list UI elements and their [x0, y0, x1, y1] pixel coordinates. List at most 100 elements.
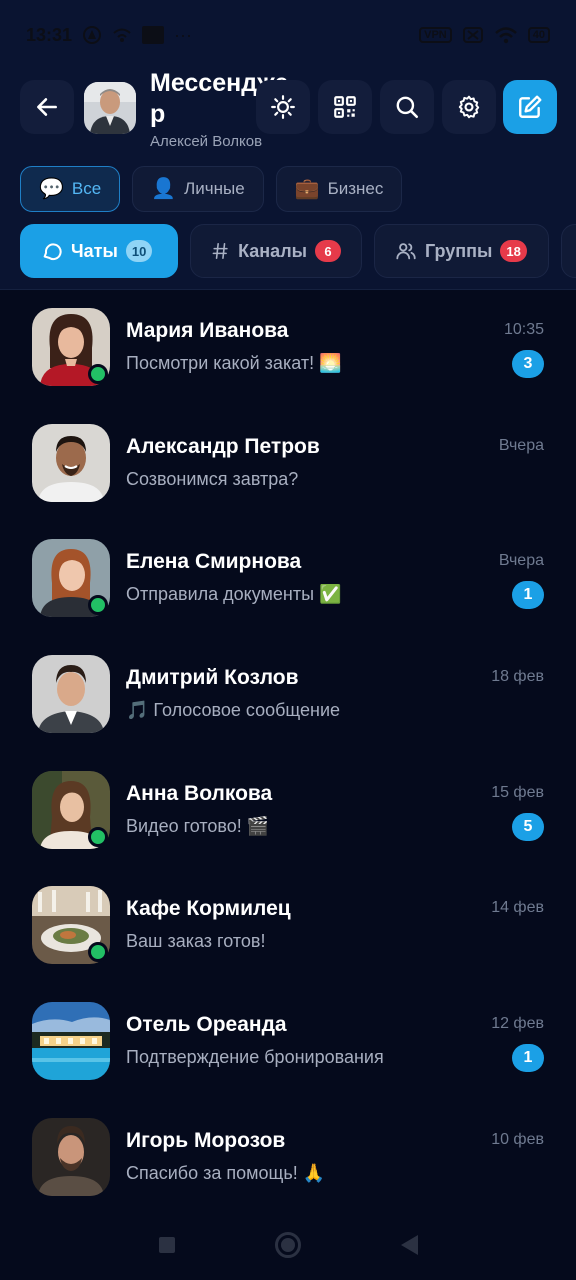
contact-name: Игорь Морозов: [126, 1128, 286, 1152]
avatar: [32, 655, 110, 734]
contact-name: Елена Смирнова: [126, 550, 302, 574]
message-time: 10:35: [503, 321, 544, 338]
settings-button[interactable]: [442, 80, 496, 134]
tab-label: Группы: [425, 240, 493, 261]
system-nav-bar: [0, 1210, 576, 1280]
status-time: 13:31: [26, 24, 73, 45]
message-time: 18 фев: [491, 668, 544, 686]
chat-item[interactable]: Елена Смирнова Отправила документы ✅ Вче…: [0, 523, 576, 639]
chat-bubble-icon: [43, 243, 62, 261]
user-name: Алексей Волков: [150, 133, 263, 150]
online-indicator: [88, 942, 108, 963]
hash-icon: [212, 243, 228, 259]
chat-item[interactable]: Мария Иванова Посмотри какой закат! 🌅 10…: [0, 292, 576, 408]
location-icon: [83, 26, 102, 44]
speech-bubble-icon: 💬: [39, 178, 64, 200]
qr-code-button[interactable]: [318, 80, 372, 134]
unread-badge: 1: [512, 1044, 544, 1073]
search-button[interactable]: [380, 80, 434, 134]
message-preview: Созвонимся завтра?: [126, 468, 299, 489]
status-right: VPN 40: [419, 26, 550, 44]
contact-name: Мария Иванова: [126, 319, 289, 342]
filter-all[interactable]: 💬 Все: [20, 166, 121, 212]
wifi-icon: [494, 27, 517, 44]
arrow-left-icon: [37, 98, 57, 116]
tab-more-partial[interactable]: [561, 224, 576, 278]
message-preview: Посмотри какой закат! 🌅: [126, 353, 342, 373]
top-bar: Мессенджер Алексей Волков: [0, 69, 576, 150]
back-button[interactable]: [20, 80, 74, 134]
status-left: 13:31 ···: [26, 25, 192, 46]
avatar: [32, 423, 110, 502]
filter-personal[interactable]: 👤 Личные: [132, 166, 264, 212]
filter-chips: 💬 Все 👤 Личные 💼 Бизнес: [20, 166, 403, 212]
message-preview: Спасибо за помощь! 🙏: [126, 1162, 326, 1183]
chat-item[interactable]: Анна Волкова Видео готово! 🎬 15 фев 5: [0, 755, 576, 871]
unread-badge: 1: [512, 581, 544, 610]
tab-count-badge: 10: [125, 240, 153, 262]
contact-name: Александр Петров: [126, 434, 320, 458]
status-dots: ···: [174, 24, 193, 45]
chat-item[interactable]: Дмитрий Козлов 🎵 Голосовое сообщение 18 …: [0, 639, 576, 755]
briefcase-icon: 💼: [294, 178, 320, 200]
chat-item[interactable]: Игорь Морозов Спасибо за помощь! 🙏 10 фе…: [0, 1102, 576, 1218]
sun-icon: [271, 95, 295, 119]
message-time: 15 фев: [491, 783, 544, 801]
message-time: 10 фев: [491, 1130, 544, 1148]
message-time: Вчера: [498, 552, 544, 570]
message-preview: Видео готово! 🎬: [126, 815, 270, 836]
avatar: [32, 1117, 110, 1196]
recents-icon[interactable]: [158, 1237, 175, 1253]
filter-business[interactable]: 💼 Бизнес: [275, 166, 403, 212]
tab-groups[interactable]: Группы 18: [374, 224, 549, 278]
contact-name: Дмитрий Козлов: [126, 666, 299, 690]
filter-label: Все: [71, 179, 102, 198]
compose-button[interactable]: [503, 80, 557, 134]
avatar: [32, 1002, 110, 1081]
tab-count-badge: 6: [315, 240, 341, 262]
vpn-badge: VPN: [419, 27, 452, 43]
chat-item[interactable]: Отель Ореанда Подтверждение бронирования…: [0, 986, 576, 1102]
tab-channels[interactable]: Каналы 6: [190, 224, 362, 278]
home-icon[interactable]: [274, 1232, 301, 1258]
online-indicator: [88, 595, 108, 616]
contact-name: Кафе Кормилец: [126, 897, 291, 921]
wifi-small-icon: [113, 28, 131, 42]
theme-toggle-button[interactable]: [256, 80, 310, 134]
qr-code-icon: [334, 96, 356, 118]
search-icon: [396, 96, 419, 119]
online-indicator: [88, 364, 108, 384]
no-sim-icon: [462, 27, 483, 43]
message-time: Вчера: [498, 436, 544, 454]
battery-indicator: 40: [527, 27, 550, 43]
edit-icon: [519, 95, 542, 118]
contact-name: Анна Волкова: [126, 781, 273, 805]
app-square-icon: [142, 26, 165, 44]
tab-label: Чаты: [71, 240, 118, 261]
users-icon: [396, 243, 416, 260]
message-time: 14 фев: [491, 899, 544, 917]
filter-label: Бизнес: [327, 179, 384, 198]
online-indicator: [88, 826, 108, 847]
contact-name: Отель Ореанда: [126, 1013, 287, 1037]
filter-label: Личные: [184, 179, 245, 198]
tab-label: Каналы: [238, 240, 307, 261]
chat-list: Мария Иванова Посмотри какой закат! 🌅 10…: [0, 292, 576, 1218]
message-preview: Ваш заказ готов!: [126, 931, 266, 952]
person-icon: 👤: [151, 178, 177, 200]
message-preview: Отправила документы ✅: [126, 584, 342, 605]
gear-icon: [458, 95, 480, 119]
tab-count-badge: 18: [500, 240, 527, 262]
back-triangle-icon[interactable]: [400, 1235, 418, 1255]
profile-avatar[interactable]: [84, 82, 136, 134]
chat-item[interactable]: Кафе Кормилец Ваш заказ готов! 14 фев: [0, 870, 576, 986]
chat-type-tabs: Чаты 10 Каналы 6 Группы 18: [20, 224, 576, 278]
unread-badge: 5: [512, 812, 544, 841]
message-preview: 🎵 Голосовое сообщение: [126, 700, 341, 721]
unread-badge: 3: [512, 350, 544, 378]
tab-chats[interactable]: Чаты 10: [20, 224, 178, 278]
status-bar: 13:31 ··· VPN 40: [0, 0, 576, 70]
message-preview: Подтверждение бронирования: [126, 1047, 384, 1068]
chat-item[interactable]: Александр Петров Созвонимся завтра? Вчер…: [0, 408, 576, 524]
message-time: 12 фев: [491, 1015, 544, 1033]
